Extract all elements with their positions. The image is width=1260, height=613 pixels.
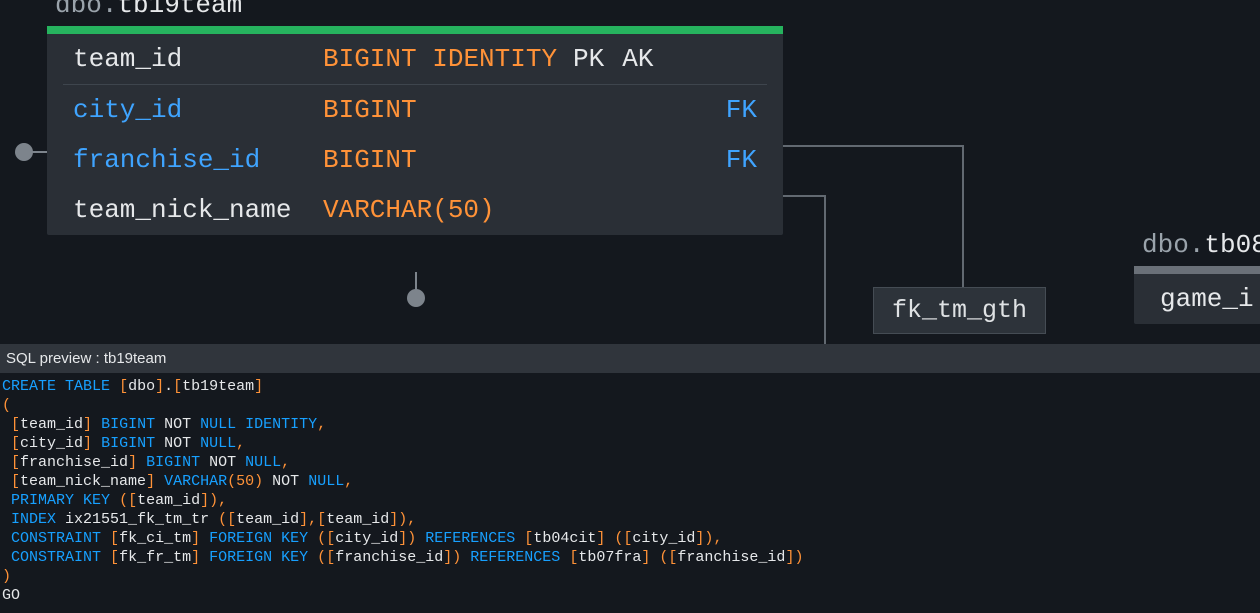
column-name: franchise_id bbox=[73, 145, 323, 175]
table-row[interactable]: game_i bbox=[1134, 274, 1260, 324]
connector-line bbox=[32, 151, 47, 153]
table-header-bar bbox=[47, 26, 783, 34]
schema-label: dbo bbox=[55, 0, 102, 20]
sql-preview-title: SQL preview : tb19team bbox=[0, 344, 1260, 373]
table-name-label: tb08 bbox=[1204, 230, 1260, 260]
column-name: city_id bbox=[73, 95, 323, 125]
column-name: game_i bbox=[1160, 284, 1260, 314]
fk-relationship-label[interactable]: fk_tm_gth bbox=[873, 287, 1046, 334]
table-card-secondary[interactable]: dbo.tb08 game_i bbox=[1134, 230, 1260, 324]
table-row[interactable]: city_id BIGINT FK bbox=[47, 85, 783, 135]
table-title: dbo.tb19team bbox=[47, 0, 783, 26]
diagram-canvas[interactable]: dbo.tb19team team_id BIGINT IDENTITY PK … bbox=[0, 0, 1260, 344]
sql-code[interactable]: CREATE TABLE [dbo].[tb19team] ( [team_id… bbox=[0, 373, 1260, 613]
fk-badge: FK bbox=[726, 145, 757, 175]
column-type: BIGINT bbox=[323, 145, 573, 175]
schema-label: dbo bbox=[1142, 230, 1189, 260]
connector-line bbox=[415, 272, 417, 291]
fk-badge: FK bbox=[726, 95, 757, 125]
column-type: BIGINT bbox=[323, 95, 573, 125]
table-title: dbo.tb08 bbox=[1134, 230, 1260, 266]
sql-preview-pane: SQL preview : tb19team CREATE TABLE [dbo… bbox=[0, 344, 1260, 613]
table-row[interactable]: franchise_id BIGINT FK bbox=[47, 135, 783, 185]
connector-node-icon[interactable] bbox=[15, 143, 33, 161]
table-header-bar bbox=[1134, 266, 1260, 274]
column-type: VARCHAR(50) bbox=[323, 195, 573, 225]
table-card-main[interactable]: dbo.tb19team team_id BIGINT IDENTITY PK … bbox=[47, 0, 783, 235]
table-row-pk[interactable]: team_id BIGINT IDENTITY PK AK bbox=[47, 34, 783, 84]
column-type: BIGINT IDENTITY bbox=[323, 44, 573, 74]
column-name: team_nick_name bbox=[73, 195, 323, 225]
column-keys: PK AK bbox=[573, 44, 653, 74]
table-name-label: tb19team bbox=[117, 0, 242, 20]
connector-node-icon[interactable] bbox=[407, 289, 425, 307]
table-row[interactable]: team_nick_name VARCHAR(50) bbox=[47, 185, 783, 235]
column-name: team_id bbox=[73, 44, 323, 74]
